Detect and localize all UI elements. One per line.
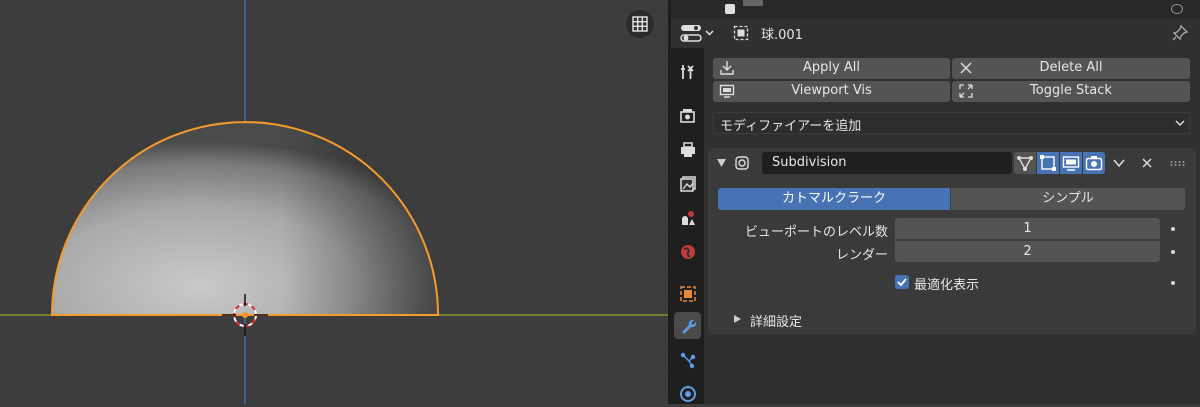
outliner-text-fragment xyxy=(743,0,763,6)
tab-particles[interactable] xyxy=(674,346,701,373)
delete-all-button[interactable]: Delete All xyxy=(952,58,1190,79)
optimal-display-label: 最適化表示 xyxy=(914,278,980,293)
render-icon xyxy=(679,108,695,123)
realtime-toggle[interactable] xyxy=(1060,152,1082,174)
apply-all-label: Apply All xyxy=(803,60,860,75)
keyframe-dot-icon[interactable] xyxy=(1171,281,1175,285)
editor-type-selector[interactable] xyxy=(679,22,719,44)
world-icon xyxy=(680,244,695,259)
toggle-stack-button[interactable]: Toggle Stack xyxy=(952,81,1190,102)
render-levels-label: レンダー xyxy=(835,248,888,263)
add-modifier-label: モディファイアーを追加 xyxy=(720,119,862,134)
properties-editor: 球.001 Apply All Delete All Viewport Vis … xyxy=(671,0,1200,404)
catmull-clark-button[interactable]: カトマルクラーク xyxy=(718,188,950,210)
modifier-name-field[interactable]: Subdivision xyxy=(762,152,1012,174)
viewport-vis-button[interactable]: Viewport Vis xyxy=(713,81,950,102)
viewport-canvas[interactable] xyxy=(0,0,668,404)
subdivision-modifier-panel: Subdivision カトマルクラーク シンプル ビューポートのレベル数 1 … xyxy=(708,148,1196,334)
toggle-stack-label: Toggle Stack xyxy=(1030,83,1112,98)
subdivision-modifier-icon xyxy=(735,156,749,170)
viewport-vis-label: Viewport Vis xyxy=(791,83,872,98)
drag-handle-icon[interactable] xyxy=(1170,161,1186,166)
edit-cage-toggle[interactable] xyxy=(1014,152,1036,174)
simple-button[interactable]: シンプル xyxy=(951,188,1185,210)
monitor-icon xyxy=(1062,156,1080,171)
tab-tool[interactable] xyxy=(674,58,701,85)
add-modifier-dropdown[interactable]: モディファイアーを追加 xyxy=(713,112,1190,134)
tab-view-layer[interactable] xyxy=(674,170,701,197)
mesh-object-icon xyxy=(733,25,749,41)
render-levels-value: 2 xyxy=(1023,244,1032,259)
tab-modifiers[interactable] xyxy=(674,312,701,339)
output-icon xyxy=(680,141,695,157)
object-icon xyxy=(679,285,696,302)
delete-all-label: Delete All xyxy=(1039,60,1103,75)
camera-icon xyxy=(1085,156,1103,171)
catmull-clark-label: カトマルクラーク xyxy=(781,191,886,206)
tab-object[interactable] xyxy=(674,280,701,307)
tab-scene[interactable] xyxy=(674,204,701,231)
tab-render[interactable] xyxy=(674,102,701,129)
object-name: 球.001 xyxy=(761,28,803,43)
edit-mode-icon xyxy=(1040,155,1056,171)
keyframe-dot-icon[interactable] xyxy=(1171,250,1175,254)
particles-icon xyxy=(680,352,695,368)
chevron-down-icon[interactable] xyxy=(1113,158,1125,168)
apply-all-button[interactable]: Apply All xyxy=(713,58,950,79)
chevron-down-icon xyxy=(1175,120,1185,127)
remove-modifier-icon[interactable] xyxy=(1141,157,1153,169)
tab-world[interactable] xyxy=(674,238,701,265)
tab-physics[interactable] xyxy=(674,380,701,407)
outliner-edge xyxy=(671,0,1200,18)
optimal-display-checkbox[interactable] xyxy=(895,275,909,289)
physics-icon xyxy=(679,385,696,402)
checkbox-icon xyxy=(725,4,735,14)
tool-icon xyxy=(680,64,694,79)
edit-mode-toggle[interactable] xyxy=(1037,152,1059,174)
view-layer-icon xyxy=(679,175,696,192)
modifier-name: Subdivision xyxy=(772,155,847,170)
simple-label: シンプル xyxy=(1042,191,1094,206)
modifier-wrench-icon xyxy=(681,319,696,334)
collapse-triangle-icon[interactable] xyxy=(717,159,726,167)
mesh-vertices-icon xyxy=(1017,156,1033,171)
render-toggle[interactable] xyxy=(1083,152,1105,174)
viewport-levels-label: ビューポートのレベル数 xyxy=(744,225,888,240)
3d-viewport[interactable] xyxy=(0,0,668,404)
keyframe-dot-icon[interactable] xyxy=(1171,227,1175,231)
grid-view-icon[interactable] xyxy=(626,10,654,38)
viewport-levels-value: 1 xyxy=(1023,221,1032,236)
expand-triangle-icon[interactable] xyxy=(734,315,741,323)
tab-output[interactable] xyxy=(674,136,701,163)
eye-icon xyxy=(1171,4,1183,14)
viewport-levels-field[interactable]: 1 xyxy=(895,218,1160,239)
properties-tab-bar xyxy=(671,48,704,404)
editor-type-icon xyxy=(680,25,714,42)
scene-icon xyxy=(681,210,695,225)
properties-header: 球.001 xyxy=(671,18,1200,48)
checkmark-icon xyxy=(897,278,907,287)
modifier-properties: Apply All Delete All Viewport Vis Toggle… xyxy=(704,48,1200,404)
advanced-settings-label[interactable]: 詳細設定 xyxy=(750,311,802,330)
pin-icon[interactable] xyxy=(1171,24,1189,42)
render-levels-field[interactable]: 2 xyxy=(895,241,1160,262)
